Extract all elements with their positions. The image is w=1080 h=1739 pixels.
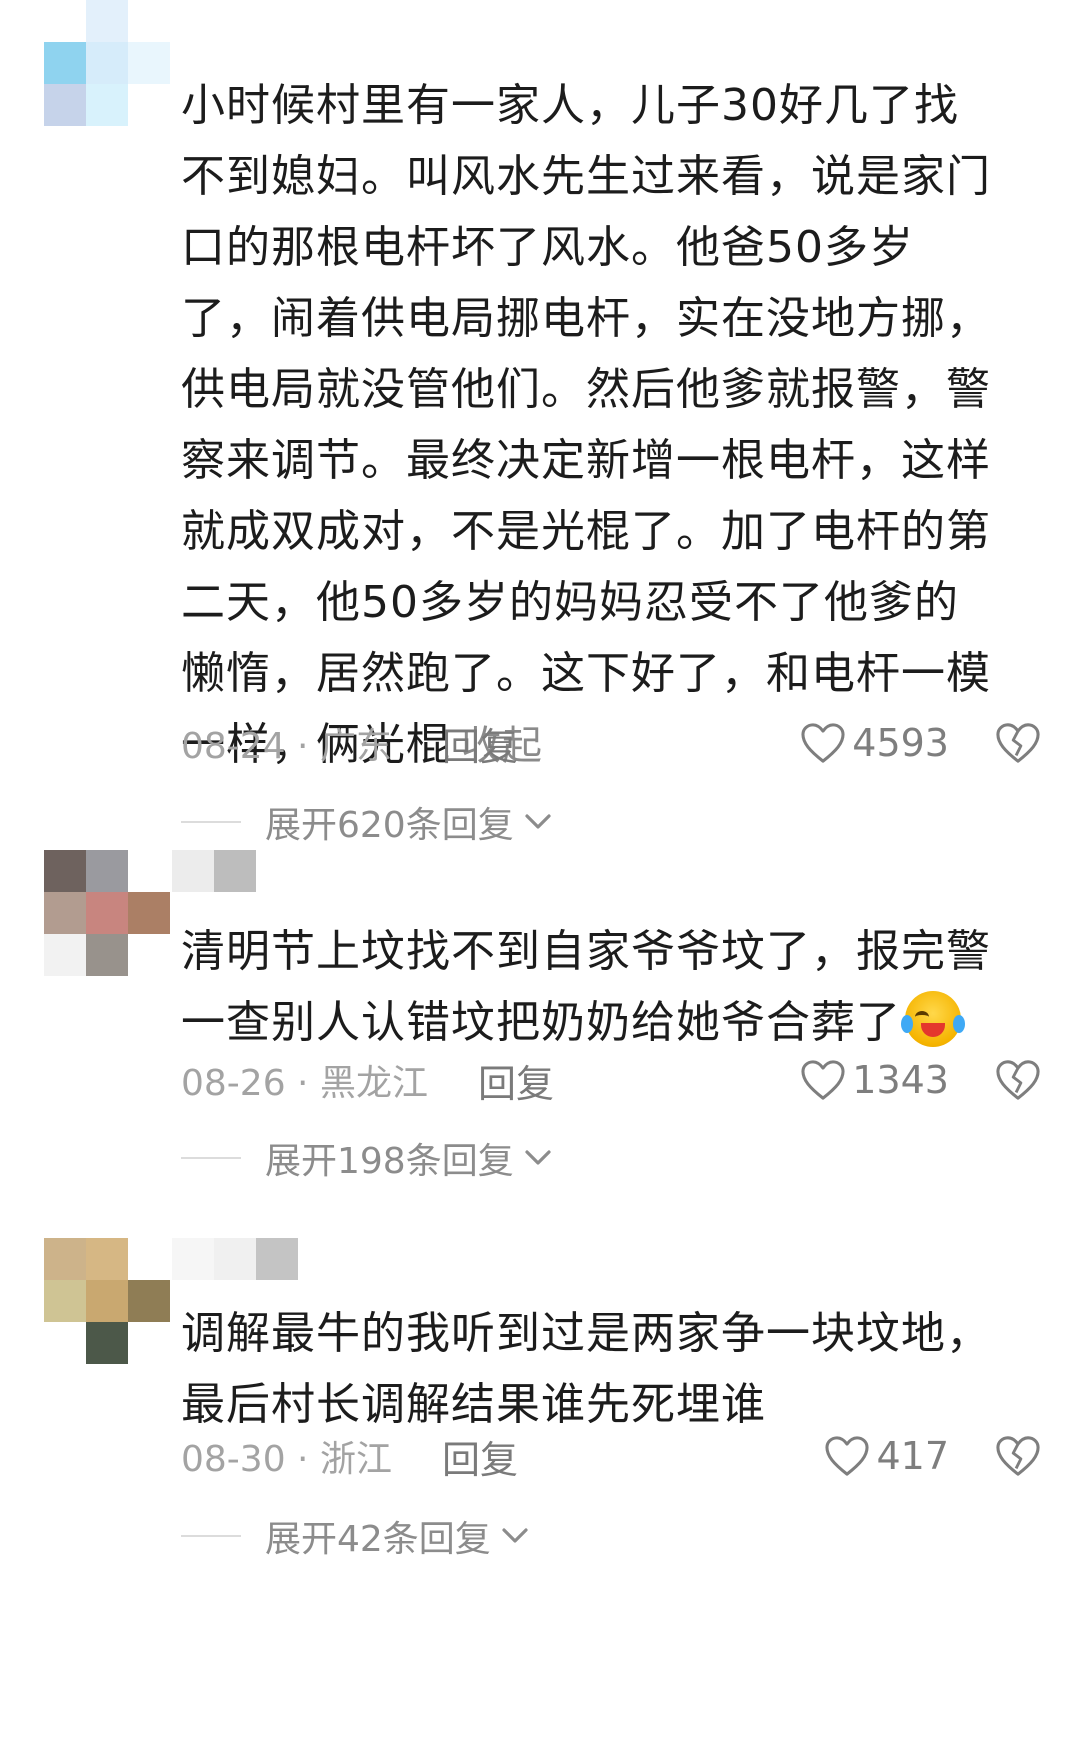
expand-replies-label: 展开42条回复 [265, 1519, 491, 1560]
comment-text-content: 调解最牛的我听到过是两家争一块坟地，最后村长调解结果谁先死埋谁 [181, 1308, 991, 1430]
comment-text-content: 清明节上坟找不到自家爷爷坟了，报完警一查别人认错坟把奶奶给她爷合葬了 [181, 926, 991, 1048]
comment-text: 清明节上坟找不到自家爷爷坟了，报完警一查别人认错坟把奶奶给她爷合葬了 [181, 916, 1001, 1058]
heart-icon [801, 1060, 845, 1100]
date-location: 08-30 · 浙江 [181, 1439, 392, 1480]
comment-meta: 08-30 · 浙江 回复 417 [181, 1428, 1041, 1484]
broken-heart-icon[interactable] [995, 1058, 1041, 1102]
heart-icon [801, 723, 845, 763]
avatar[interactable] [44, 0, 170, 126]
date-location: 08-24 · 广东 [181, 726, 392, 767]
chevron-down-icon [525, 814, 551, 829]
heart-icon [825, 1436, 870, 1476]
like-button[interactable]: 4593 [800, 721, 949, 765]
comment-text: 小时候村里有一家人，儿子30好几了找不到媳妇。叫风水先生过来看，说是家门口的那根… [181, 70, 1001, 782]
expand-replies-button[interactable]: 展开42条回复 [181, 1511, 529, 1561]
reply-button[interactable]: 回复 [478, 1053, 554, 1108]
avatar[interactable] [44, 1238, 170, 1364]
username-blurred[interactable] [172, 1238, 298, 1280]
comment-meta: 08-24 · 广东 回复 4593 [181, 715, 1041, 771]
chevron-down-icon [525, 1150, 551, 1165]
like-count: 1343 [852, 1058, 949, 1102]
date-location: 08-26 · 黑龙江 [181, 1063, 428, 1104]
comment-meta: 08-26 · 黑龙江 回复 1343 [181, 1052, 1041, 1108]
reply-button[interactable]: 回复 [442, 1429, 518, 1484]
comment-text: 调解最牛的我听到过是两家争一块坟地，最后村长调解结果谁先死埋谁 [181, 1298, 1001, 1440]
chevron-down-icon [502, 1528, 528, 1543]
laughing-crying-emoji [901, 991, 965, 1047]
like-count: 4593 [852, 721, 949, 765]
divider-line [181, 821, 241, 823]
divider-line [181, 1157, 241, 1159]
comment-text-content: 小时候村里有一家人，儿子30好几了找不到媳妇。叫风水先生过来看，说是家门口的那根… [181, 80, 991, 770]
like-button[interactable]: 1343 [800, 1058, 949, 1102]
expand-replies-label: 展开198条回复 [265, 1141, 514, 1182]
like-button[interactable]: 417 [824, 1434, 949, 1478]
broken-heart-icon[interactable] [995, 721, 1041, 765]
expand-replies-button[interactable]: 展开620条回复 [181, 797, 552, 847]
broken-heart-icon[interactable] [995, 1434, 1041, 1478]
like-count: 417 [876, 1434, 949, 1478]
expand-replies-label: 展开620条回复 [265, 805, 514, 846]
reply-button[interactable]: 回复 [442, 716, 518, 771]
username-blurred[interactable] [172, 850, 256, 892]
divider-line [181, 1535, 241, 1537]
avatar[interactable] [44, 850, 170, 976]
expand-replies-button[interactable]: 展开198条回复 [181, 1133, 552, 1183]
